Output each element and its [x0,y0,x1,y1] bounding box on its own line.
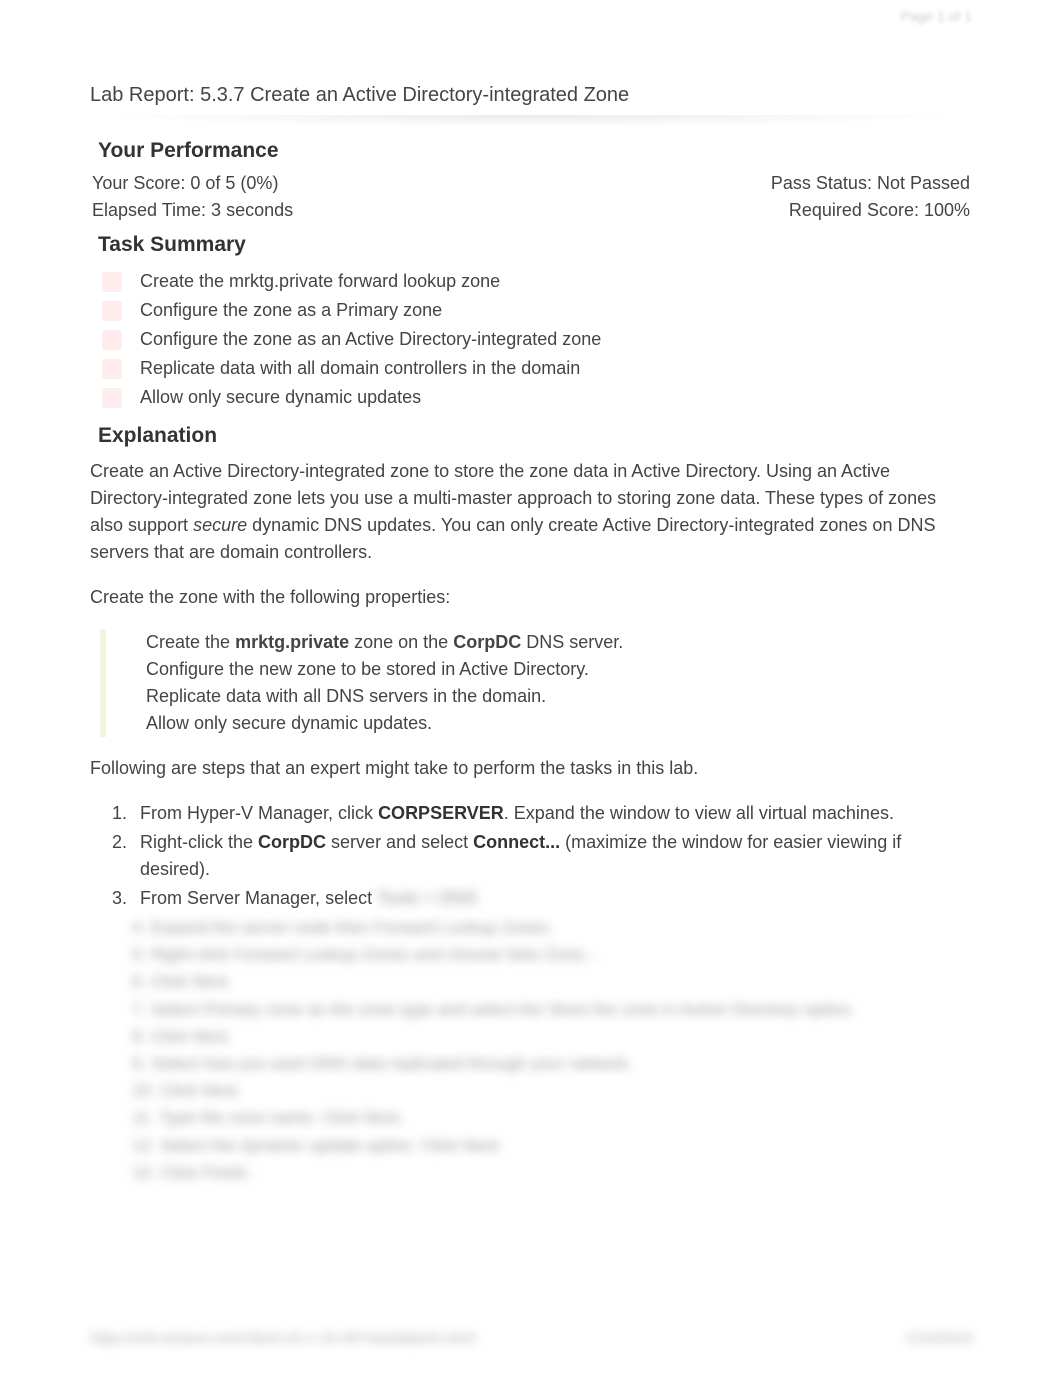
callout-text: Allow only secure dynamic updates. [146,710,432,737]
step-item: From Hyper-V Manager, click CORPSERVER. … [132,800,972,827]
report-title: Lab Report: 5.3.7 Create an Active Direc… [90,84,972,107]
text: DNS server. [521,632,623,652]
bullet-icon [128,639,136,647]
explanation-para-2: Create the zone with the following prope… [90,584,972,611]
footer-url: https://cdn.testout.com/client-v5-1-10-4… [90,1330,475,1347]
text-emphasis: secure [193,515,247,535]
blurred-line: 11. Type the zone name. Click Next. [132,1104,972,1131]
task-text: Configure the zone as an Active Director… [140,329,601,350]
blurred-line: 6. Click Next. [132,968,972,995]
elapsed-time-label: Elapsed Time: 3 seconds [92,200,293,221]
task-text: Allow only secure dynamic updates [140,387,421,408]
text-bold: mrktg.private [235,632,349,652]
blurred-line: 8. Click Next. [132,1023,972,1050]
text-bold: CORPSERVER [378,803,504,823]
text-bold: CorpDC [453,632,521,652]
task-text: Create the mrktg.private forward lookup … [140,271,500,292]
bullet-icon [128,720,136,728]
text: server and select [326,832,473,852]
step-item: Right-click the CorpDC server and select… [132,829,972,883]
performance-heading: Your Performance [98,139,972,163]
footer-date: 1/14/2019 [905,1330,972,1347]
task-fail-icon [102,301,122,321]
blurred-line: 5. Right-click Forward Lookup Zones and … [132,941,972,968]
footer: https://cdn.testout.com/client-v5-1-10-4… [90,1330,972,1347]
text: Create the [146,632,235,652]
explanation-para-1: Create an Active Directory-integrated zo… [90,458,972,566]
bullet-icon [128,666,136,674]
explanation-para-3: Following are steps that an expert might… [90,755,972,782]
blurred-line: 4. Expand the server node then Forward L… [132,914,972,941]
blurred-line: 12. Select the dynamic update option. Cl… [132,1132,972,1159]
text-bold: Connect... [473,832,560,852]
blurred-steps-block: 4. Expand the server node then Forward L… [132,914,972,1186]
properties-callout: Create the mrktg.private zone on the Cor… [100,629,972,737]
task-fail-icon [102,388,122,408]
task-fail-icon [102,272,122,292]
task-list: Create the mrktg.private forward lookup … [90,267,972,412]
steps-list: From Hyper-V Manager, click CORPSERVER. … [132,800,972,912]
text: . Expand the window to view all virtual … [504,803,894,823]
task-text: Replicate data with all domain controlle… [140,358,580,379]
score-label: Your Score: 0 of 5 (0%) [92,173,278,194]
task-item: Replicate data with all domain controlle… [90,354,972,383]
blurred-text: Tools > DNS [377,888,478,908]
explanation-heading: Explanation [98,424,972,448]
task-item: Allow only secure dynamic updates [90,383,972,412]
blurred-line: 10. Click Next. [132,1077,972,1104]
text: From Server Manager, select [140,888,377,908]
callout-text: Replicate data with all DNS servers in t… [146,683,546,710]
task-text: Configure the zone as a Primary zone [140,300,442,321]
text: zone on the [349,632,453,652]
task-fail-icon [102,330,122,350]
required-score-label: Required Score: 100% [789,200,970,221]
step-item: From Server Manager, select Tools > DNS [132,885,972,912]
blurred-line: 9. Select how you want DNS data replicat… [132,1050,972,1077]
blurred-line: 7. Select Primary zone as the zone type … [132,996,972,1023]
blurred-line: 13. Click Finish. [132,1159,972,1186]
callout-text: Create the mrktg.private zone on the Cor… [146,629,623,656]
pass-status-label: Pass Status: Not Passed [771,173,970,194]
text: Right-click the [140,832,258,852]
page-indicator: Page 1 of 1 [0,0,1062,24]
text: From Hyper-V Manager, click [140,803,378,823]
task-item: Create the mrktg.private forward lookup … [90,267,972,296]
divider [90,115,972,127]
task-summary-heading: Task Summary [98,233,972,257]
text-bold: CorpDC [258,832,326,852]
callout-text: Configure the new zone to be stored in A… [146,656,589,683]
task-item: Configure the zone as a Primary zone [90,296,972,325]
bullet-icon [128,693,136,701]
task-item: Configure the zone as an Active Director… [90,325,972,354]
task-fail-icon [102,359,122,379]
